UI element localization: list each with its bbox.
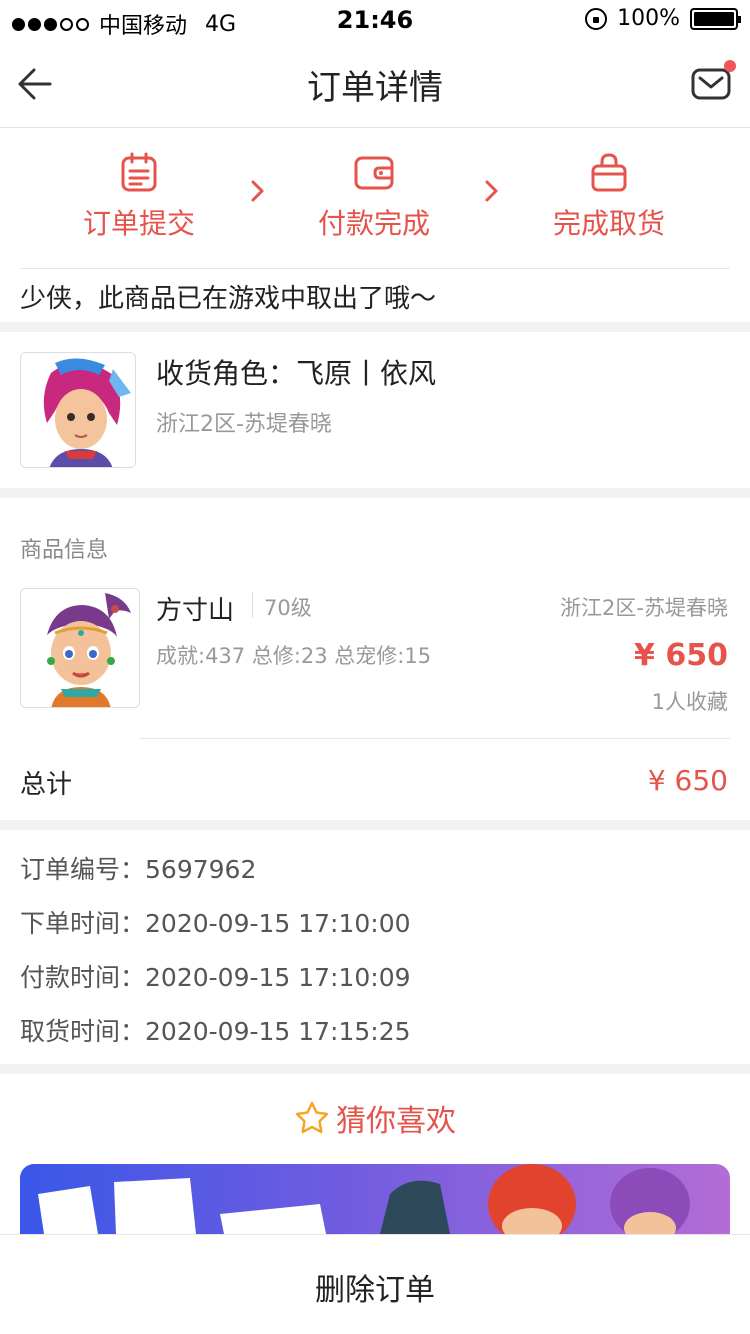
divider (140, 738, 730, 739)
goods-card: 商品信息 方寸山 70级 成就:437 总修:23 总宠修:15 浙江2区-苏堤… (0, 498, 750, 820)
step-payment-complete: 付款完成 (299, 152, 449, 242)
recommendation-title: 猜你喜欢 (336, 1104, 456, 1139)
order-number-row: 订单编号：5697962 (20, 850, 256, 886)
step-order-submitted: 订单提交 (64, 152, 214, 242)
receiver-server: 浙江2区-苏堤春晓 (156, 412, 332, 437)
goods-price: ¥ 650 (634, 638, 728, 673)
page-title: 订单详情 (307, 68, 443, 108)
chevron-right-icon (485, 180, 498, 202)
goods-favorites: 1人收藏 (651, 690, 728, 714)
goods-level: 70级 (264, 596, 312, 620)
pickup-time-row: 取货时间：2020-09-15 17:15:25 (20, 1012, 411, 1048)
status-bar: 中国移动 4G 21:46 100% (0, 0, 750, 40)
info-label: 下单时间： (20, 909, 146, 938)
star-icon (295, 1101, 329, 1134)
info-value: 2020-09-15 17:10:00 (145, 909, 411, 938)
info-label: 取货时间： (20, 1017, 146, 1046)
receiver-card: 收货角色：飞原丨依风 浙江2区-苏堤春晓 (0, 332, 750, 488)
chevron-right-icon (251, 180, 264, 202)
info-label: 订单编号： (20, 855, 146, 884)
message-button[interactable] (690, 60, 736, 104)
info-value: 2020-09-15 17:10:09 (145, 963, 411, 992)
receiver-role: 收货角色：飞原丨依风 (156, 357, 437, 390)
total-label: 总计 (20, 770, 73, 800)
divider (20, 268, 730, 269)
order-progress: 订单提交 付款完成 完成取货 少侠，此商品已在游戏中取出了哦～ (0, 128, 750, 322)
bag-icon (591, 153, 627, 192)
battery-icon (690, 7, 741, 30)
order-time-row: 下单时间：2020-09-15 17:10:00 (20, 904, 411, 940)
payment-time-row: 付款时间：2020-09-15 17:10:09 (20, 958, 411, 994)
step-label: 订单提交 (82, 207, 195, 240)
promo-banner[interactable] (20, 1164, 730, 1234)
wallet-icon (354, 156, 394, 190)
goods-avatar[interactable] (20, 588, 140, 708)
step-label: 付款完成 (317, 207, 430, 240)
rotation-lock-icon (585, 7, 608, 30)
goods-stats: 成就:437 总修:23 总宠修:15 (156, 644, 432, 668)
total-value: ¥ 650 (647, 764, 728, 797)
receiver-avatar (20, 352, 136, 468)
info-label: 付款时间： (20, 963, 146, 992)
goods-server: 浙江2区-苏堤春晓 (560, 596, 728, 620)
order-info-card: 订单编号：5697962 下单时间：2020-09-15 17:10:00 付款… (0, 830, 750, 1064)
section-title: 商品信息 (20, 538, 109, 563)
clipboard-icon (121, 152, 157, 192)
bottom-bar: 删除订单 (0, 1234, 750, 1334)
delete-order-button[interactable]: 删除订单 (0, 1265, 750, 1309)
step-pickup-complete: 完成取货 (534, 152, 684, 242)
status-message: 少侠，此商品已在游戏中取出了哦～ (20, 284, 437, 314)
goods-name: 方寸山 (156, 596, 235, 626)
battery-percent: 100% (617, 6, 680, 31)
unread-badge (724, 60, 736, 72)
step-label: 完成取货 (552, 207, 665, 240)
divider (252, 592, 253, 618)
info-value: 2020-09-15 17:15:25 (145, 1017, 411, 1046)
recommendation-header: 猜你喜欢 (0, 1096, 750, 1140)
navigation-bar: 订单详情 (0, 40, 750, 128)
info-value: 5697962 (145, 855, 257, 884)
